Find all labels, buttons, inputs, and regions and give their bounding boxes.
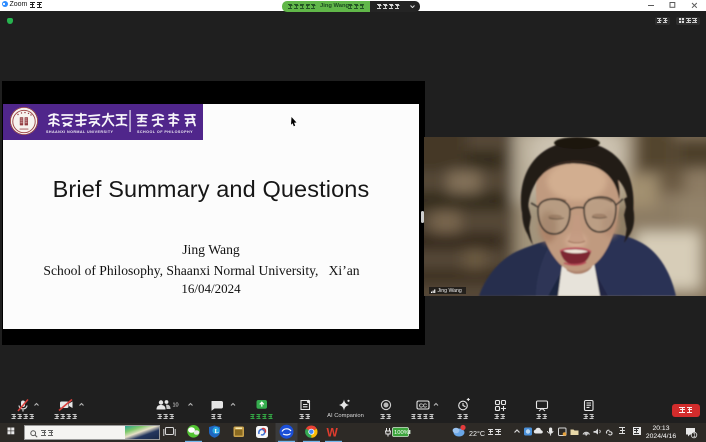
svg-text:SHAANXI NORMAL UNIVERSITY: SHAANXI NORMAL UNIVERSITY bbox=[46, 129, 114, 133]
svg-text:L: L bbox=[215, 428, 220, 435]
svg-text:10: 10 bbox=[173, 403, 179, 409]
svg-text:SCHOOL OF PHILOSOPHY: SCHOOL OF PHILOSOPHY bbox=[137, 129, 193, 133]
svg-text:W: W bbox=[327, 425, 339, 439]
svg-text:1: 1 bbox=[693, 432, 696, 438]
svg-text:100%: 100% bbox=[394, 430, 409, 436]
svg-text:CC: CC bbox=[419, 403, 427, 409]
